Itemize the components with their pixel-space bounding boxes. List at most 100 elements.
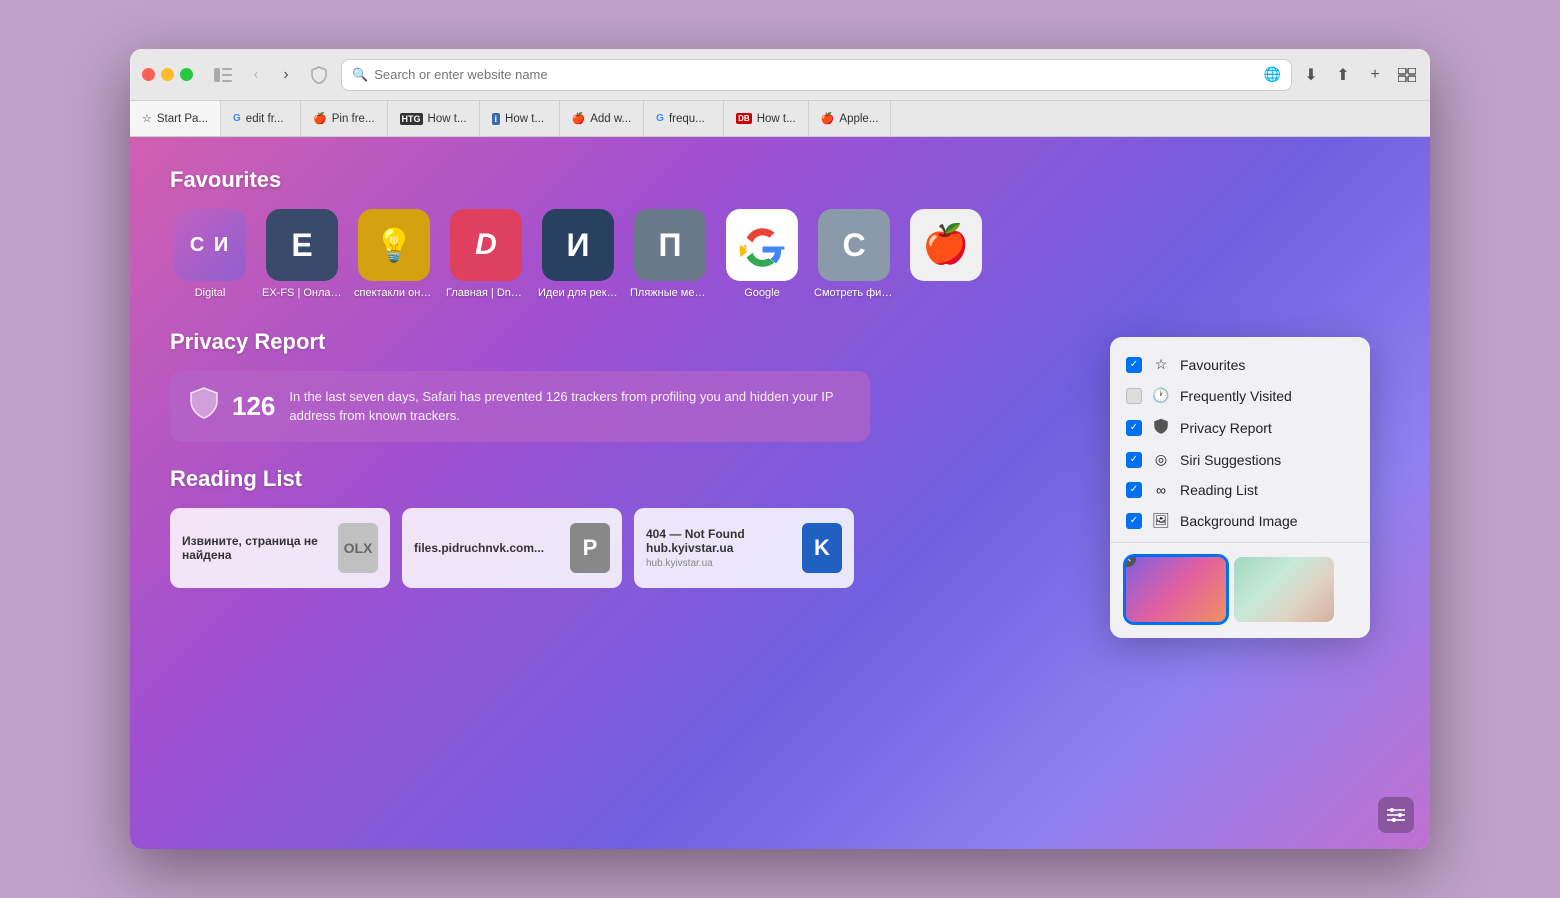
tab-apple[interactable]: 🍎 Apple... bbox=[809, 101, 892, 136]
fav-label-smotret: Смотреть фильмы... bbox=[814, 287, 894, 299]
tab-how-t-1[interactable]: HTG How t... bbox=[388, 101, 480, 136]
favourites-grid: С И Digital Е EX-FS | Онлайн к... 💡 bbox=[170, 209, 1390, 299]
tab-edit-fr[interactable]: G edit fr... bbox=[221, 101, 301, 136]
new-tab-icon[interactable]: + bbox=[1364, 64, 1386, 86]
customize-dropdown: ✓ ☆ Favourites 🕐 Frequently Visited ✓ bbox=[1110, 337, 1370, 638]
dropdown-item-frequently[interactable]: 🕐 Frequently Visited bbox=[1110, 380, 1370, 411]
maximize-button[interactable] bbox=[180, 68, 193, 81]
fav-icon-spektakli: 💡 bbox=[358, 209, 430, 281]
checkbox-siri[interactable]: ✓ bbox=[1126, 452, 1142, 468]
reading-item-3[interactable]: 404 — Not Found hub.kyivstar.ua hub.kyiv… bbox=[634, 508, 854, 588]
close-bg-thumb-icon[interactable]: ✕ bbox=[1126, 557, 1136, 567]
tab-how-t-3[interactable]: DB How t... bbox=[724, 101, 809, 136]
favourites-title: Favourites bbox=[170, 167, 1390, 193]
bg-thumb-green[interactable] bbox=[1234, 557, 1334, 622]
content-area: Favourites С И Digital Е EX-FS | Онлайн … bbox=[130, 137, 1430, 849]
tab-pin-fre[interactable]: 🍎 Pin fre... bbox=[301, 101, 388, 136]
fav-icon-plyazh: П bbox=[634, 209, 706, 281]
star-icon-dd: ☆ bbox=[1152, 356, 1170, 373]
apple-favicon-2: 🍎 bbox=[572, 112, 586, 125]
google-favicon-2: G bbox=[656, 113, 664, 124]
fav-label-spektakli: спектакли онлайн bbox=[354, 287, 434, 299]
star-icon: ☆ bbox=[142, 112, 152, 125]
fav-item-plyazh[interactable]: П Пляжные места по... bbox=[630, 209, 710, 299]
checkbox-background[interactable]: ✓ bbox=[1126, 513, 1142, 529]
minimize-button[interactable] bbox=[161, 68, 174, 81]
reading-item-2-thumb: P bbox=[570, 523, 610, 573]
fav-label-idei: Идеи для рекламы... bbox=[538, 287, 618, 299]
sidebar-toggle-button[interactable] bbox=[209, 64, 237, 86]
fav-icon-apple: 🍎 bbox=[910, 209, 982, 281]
dropdown-label-reading: Reading List bbox=[1180, 482, 1258, 498]
dropdown-item-reading[interactable]: ✓ ∞ Reading List bbox=[1110, 475, 1370, 505]
dropdown-label-siri: Siri Suggestions bbox=[1180, 452, 1281, 468]
dropdown-label-favourites: Favourites bbox=[1180, 357, 1245, 373]
translate-icon: 🌐 bbox=[1264, 66, 1281, 83]
fav-label-digital: Digital bbox=[195, 287, 226, 299]
privacy-description: In the last seven days, Safari has preve… bbox=[289, 388, 850, 424]
download-icon[interactable]: ⬇ bbox=[1300, 64, 1322, 86]
reading-item-1-title: Извините, страница не найдена bbox=[182, 534, 330, 562]
search-input[interactable] bbox=[374, 67, 1257, 82]
traffic-lights bbox=[142, 68, 193, 81]
reading-item-2[interactable]: files.pidruchnvk.com... P bbox=[402, 508, 622, 588]
fav-item-smotret[interactable]: С Смотреть фильмы... bbox=[814, 209, 894, 299]
fav-label-dnative: Главная | Dnative bbox=[446, 287, 526, 299]
bg-thumbnails: ✕ bbox=[1110, 549, 1370, 630]
tab-add-w[interactable]: 🍎 Add w... bbox=[560, 101, 645, 136]
apple-favicon-1: 🍎 bbox=[313, 112, 327, 125]
reading-item-3-thumb: K bbox=[802, 523, 842, 573]
tracker-count: 126 bbox=[232, 391, 275, 422]
fav-item-idei[interactable]: И Идеи для рекламы... bbox=[538, 209, 618, 299]
fav-item-exfs[interactable]: Е EX-FS | Онлайн к... bbox=[262, 209, 342, 299]
back-button[interactable]: ‹ bbox=[245, 64, 267, 86]
browser-window: ‹ › 🔍 🌐 ⬇ ⬆ + bbox=[130, 49, 1430, 849]
dropdown-label-background: Background Image bbox=[1180, 513, 1298, 529]
privacy-report-banner[interactable]: 126 In the last seven days, Safari has p… bbox=[170, 371, 870, 442]
bg-thumb-purple[interactable]: ✕ bbox=[1126, 557, 1226, 622]
checkbox-favourites[interactable]: ✓ bbox=[1126, 357, 1142, 373]
forward-button[interactable]: › bbox=[275, 64, 297, 86]
checkbox-privacy[interactable]: ✓ bbox=[1126, 420, 1142, 436]
fav-icon-google bbox=[726, 209, 798, 281]
siri-icon-dd: ◎ bbox=[1152, 451, 1170, 468]
fav-item-spektakli[interactable]: 💡 спектакли онлайн bbox=[354, 209, 434, 299]
shield-icon-banner bbox=[190, 387, 218, 426]
fav-label-google: Google bbox=[744, 287, 779, 299]
reading-item-3-title: 404 — Not Found hub.kyivstar.ua bbox=[646, 527, 794, 555]
favicon-3: HTG bbox=[400, 113, 423, 125]
clock-icon-dd: 🕐 bbox=[1152, 387, 1170, 404]
reading-item-1[interactable]: Извините, страница не найдена OLX bbox=[170, 508, 390, 588]
reading-item-2-title: files.pidruchnvk.com... bbox=[414, 541, 562, 555]
dropdown-item-siri[interactable]: ✓ ◎ Siri Suggestions bbox=[1110, 444, 1370, 475]
tab-how-t-2[interactable]: i How t... bbox=[480, 101, 560, 136]
dropdown-label-privacy: Privacy Report bbox=[1180, 420, 1272, 436]
fav-item-apple[interactable]: 🍎 bbox=[906, 209, 986, 299]
reading-item-3-url: hub.kyivstar.ua bbox=[646, 558, 794, 569]
fav-icon-exfs: Е bbox=[266, 209, 338, 281]
tab-overview-icon[interactable] bbox=[1396, 64, 1418, 86]
tab-start-page[interactable]: ☆ Start Pa... bbox=[130, 101, 221, 136]
dropdown-item-favourites[interactable]: ✓ ☆ Favourites bbox=[1110, 349, 1370, 380]
info-favicon: i bbox=[492, 113, 501, 125]
fav-item-digital[interactable]: С И Digital bbox=[170, 209, 250, 299]
tabs-bar: ☆ Start Pa... G edit fr... 🍎 Pin fre... … bbox=[130, 101, 1430, 137]
dropdown-item-privacy[interactable]: ✓ Privacy Report bbox=[1110, 411, 1370, 444]
page-settings-button[interactable] bbox=[1378, 797, 1414, 833]
close-button[interactable] bbox=[142, 68, 155, 81]
fav-icon-idei: И bbox=[542, 209, 614, 281]
checkbox-reading[interactable]: ✓ bbox=[1126, 482, 1142, 498]
google-favicon-1: G bbox=[233, 113, 241, 124]
title-bar: ‹ › 🔍 🌐 ⬇ ⬆ + bbox=[130, 49, 1430, 101]
checkbox-frequently[interactable] bbox=[1126, 388, 1142, 404]
fav-label-plyazh: Пляжные места по... bbox=[630, 287, 710, 299]
address-bar[interactable]: 🔍 🌐 bbox=[341, 59, 1292, 91]
dropdown-item-background[interactable]: ✓ 🖼 Background Image bbox=[1110, 505, 1370, 536]
fav-item-dnative[interactable]: D Главная | Dnative bbox=[446, 209, 526, 299]
image-icon-dd: 🖼 bbox=[1152, 512, 1170, 529]
tab-frequ[interactable]: G frequ... bbox=[644, 101, 724, 136]
share-icon[interactable]: ⬆ bbox=[1332, 64, 1354, 86]
reading-item-1-thumb: OLX bbox=[338, 523, 378, 573]
shield-icon-dd bbox=[1152, 418, 1170, 437]
fav-item-google[interactable]: Google bbox=[722, 209, 802, 299]
